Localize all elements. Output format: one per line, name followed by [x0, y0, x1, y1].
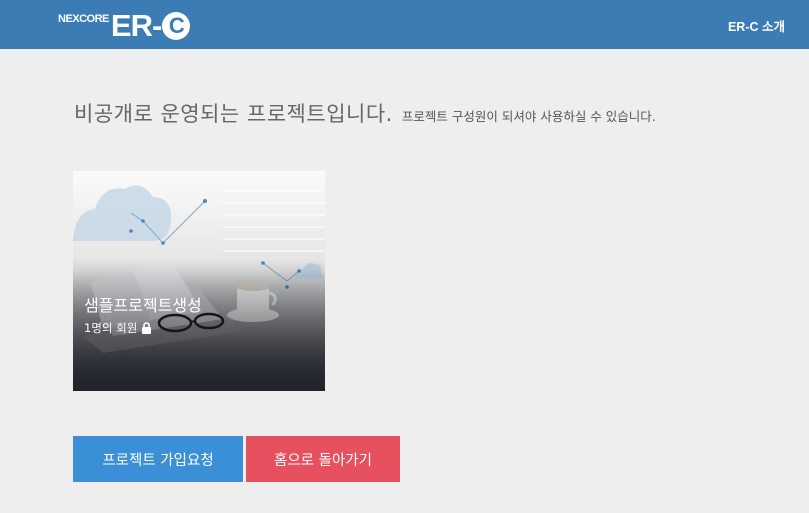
logo-main-text: ER- — [110, 8, 162, 43]
lock-icon — [141, 322, 152, 334]
private-project-notice: 비공개로 운영되는 프로젝트입니다. 프로젝트 구성원이 되셔야 사용하실 수 … — [74, 98, 656, 128]
project-card[interactable]: 샘플프로젝트생성 1명의 회원 — [73, 171, 325, 391]
project-card-image — [73, 171, 325, 391]
project-title: 샘플프로젝트생성 — [84, 296, 202, 315]
notice-main-text: 비공개로 운영되는 프로젝트입니다. — [74, 102, 393, 126]
logo-circle-c: C — [162, 12, 191, 40]
member-count-text: 1명의 회원 — [84, 321, 138, 335]
member-count: 1명의 회원 — [84, 320, 152, 336]
logo-prefix: NEXCORE — [58, 13, 109, 25]
about-erc-link[interactable]: ER-C 소개 — [728, 16, 785, 35]
logo-wordmark: ER- C — [110, 8, 191, 44]
notice-sub-text: 프로젝트 구성원이 되셔야 사용하실 수 있습니다. — [401, 109, 656, 124]
top-header: NEXCORE ER- C ER-C 소개 — [0, 0, 809, 49]
back-to-home-button[interactable]: 홈으로 돌아가기 — [246, 436, 400, 482]
join-request-button[interactable]: 프로젝트 가입요청 — [73, 436, 243, 482]
nexcore-erc-logo[interactable]: NEXCORE ER- C — [58, 8, 191, 44]
